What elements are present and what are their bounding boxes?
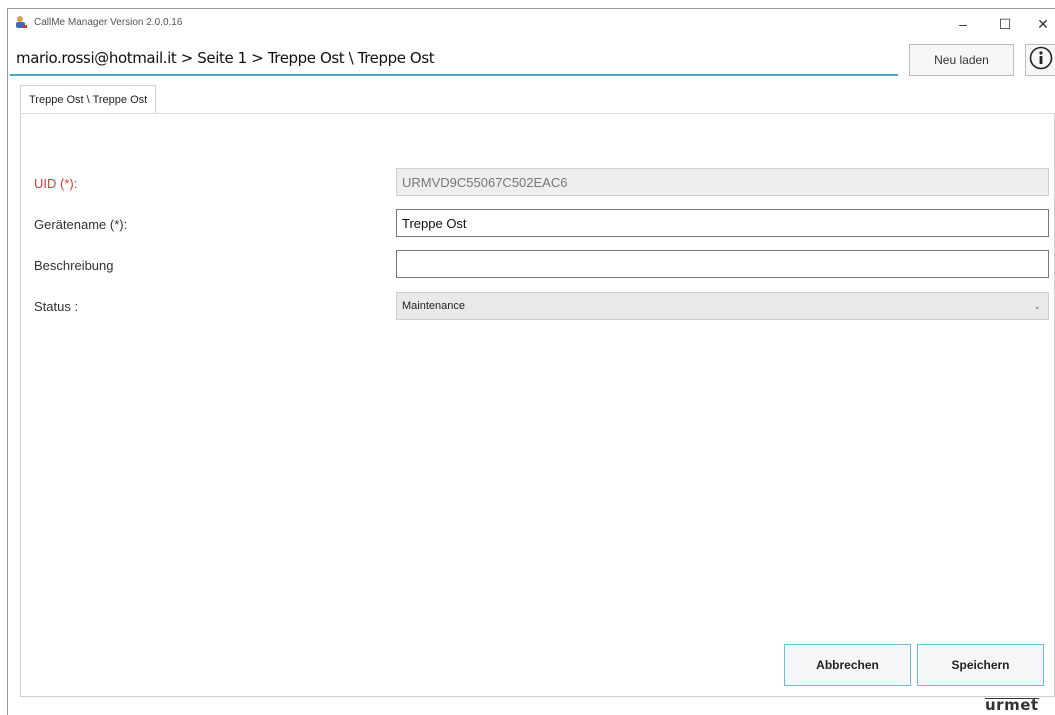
device-name-input[interactable]: Treppe Ost	[396, 209, 1049, 237]
reload-button[interactable]: Neu laden	[909, 44, 1014, 76]
cancel-button[interactable]: Abbrechen	[784, 644, 911, 686]
device-name-label: Gerätename (*):	[34, 217, 128, 232]
description-label: Beschreibung	[34, 258, 114, 273]
app-window: CallMe Manager Version 2.0.0.16 – ☐ ✕ ma…	[7, 8, 1055, 715]
status-select[interactable]: Maintenance ⌄	[396, 292, 1049, 320]
info-button[interactable]	[1025, 44, 1055, 76]
save-button[interactable]: Speichern	[917, 644, 1044, 686]
device-form-panel: UID (*): URMVD9C55067C502EAC6 Gerätename…	[20, 113, 1055, 697]
chevron-down-icon: ⌄	[1033, 301, 1041, 311]
uid-label: UID (*):	[34, 176, 78, 191]
user-app-icon	[14, 15, 28, 29]
window-title: CallMe Manager Version 2.0.0.16	[34, 17, 183, 28]
status-label: Status :	[34, 299, 79, 314]
breadcrumb-underline	[10, 74, 898, 76]
urmet-logo: urmet	[985, 696, 1039, 714]
info-icon	[1029, 46, 1053, 75]
maximize-button[interactable]: ☐	[990, 13, 1020, 35]
uid-field: URMVD9C55067C502EAC6	[396, 168, 1049, 196]
description-input[interactable]	[396, 250, 1049, 278]
tab-treppe-ost[interactable]: Treppe Ost \ Treppe Ost	[20, 85, 157, 114]
status-selected-value: Maintenance	[402, 300, 465, 312]
tab-bar: Treppe Ost \ Treppe Ost	[20, 85, 1054, 114]
title-bar: CallMe Manager Version 2.0.0.16 – ☐ ✕	[8, 9, 1055, 39]
minimize-button[interactable]: –	[948, 13, 978, 35]
close-button[interactable]: ✕	[1028, 13, 1055, 35]
breadcrumb: mario.rossi@hotmail.it > Seite 1 > Trepp…	[16, 49, 435, 67]
